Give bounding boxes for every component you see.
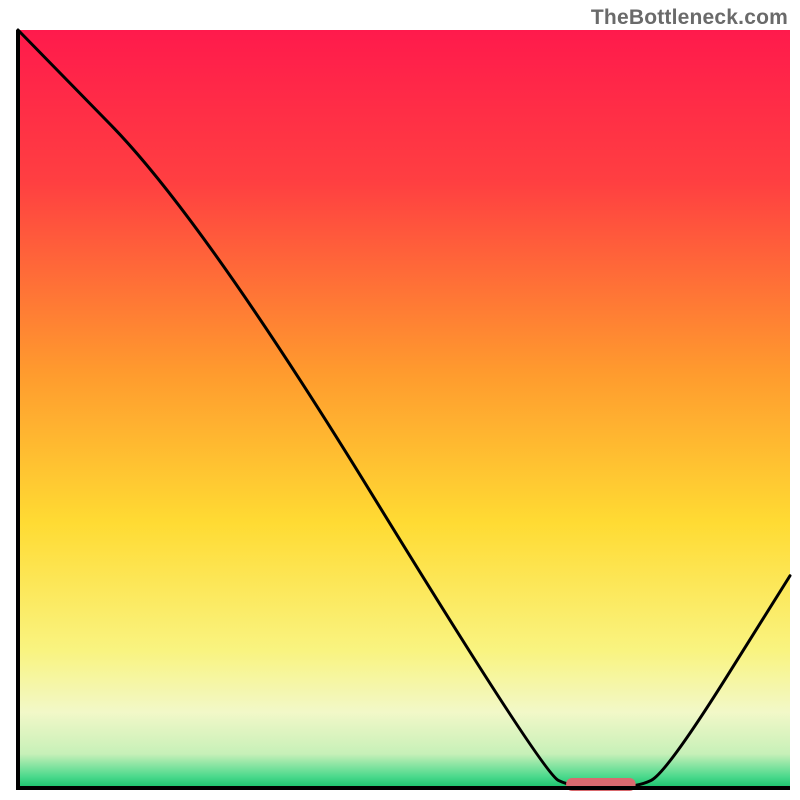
watermark-text: TheBottleneck.com bbox=[591, 6, 788, 30]
chart-container: TheBottleneck.com bbox=[0, 0, 800, 800]
bottleneck-chart bbox=[0, 0, 800, 800]
plot-background bbox=[18, 30, 790, 788]
